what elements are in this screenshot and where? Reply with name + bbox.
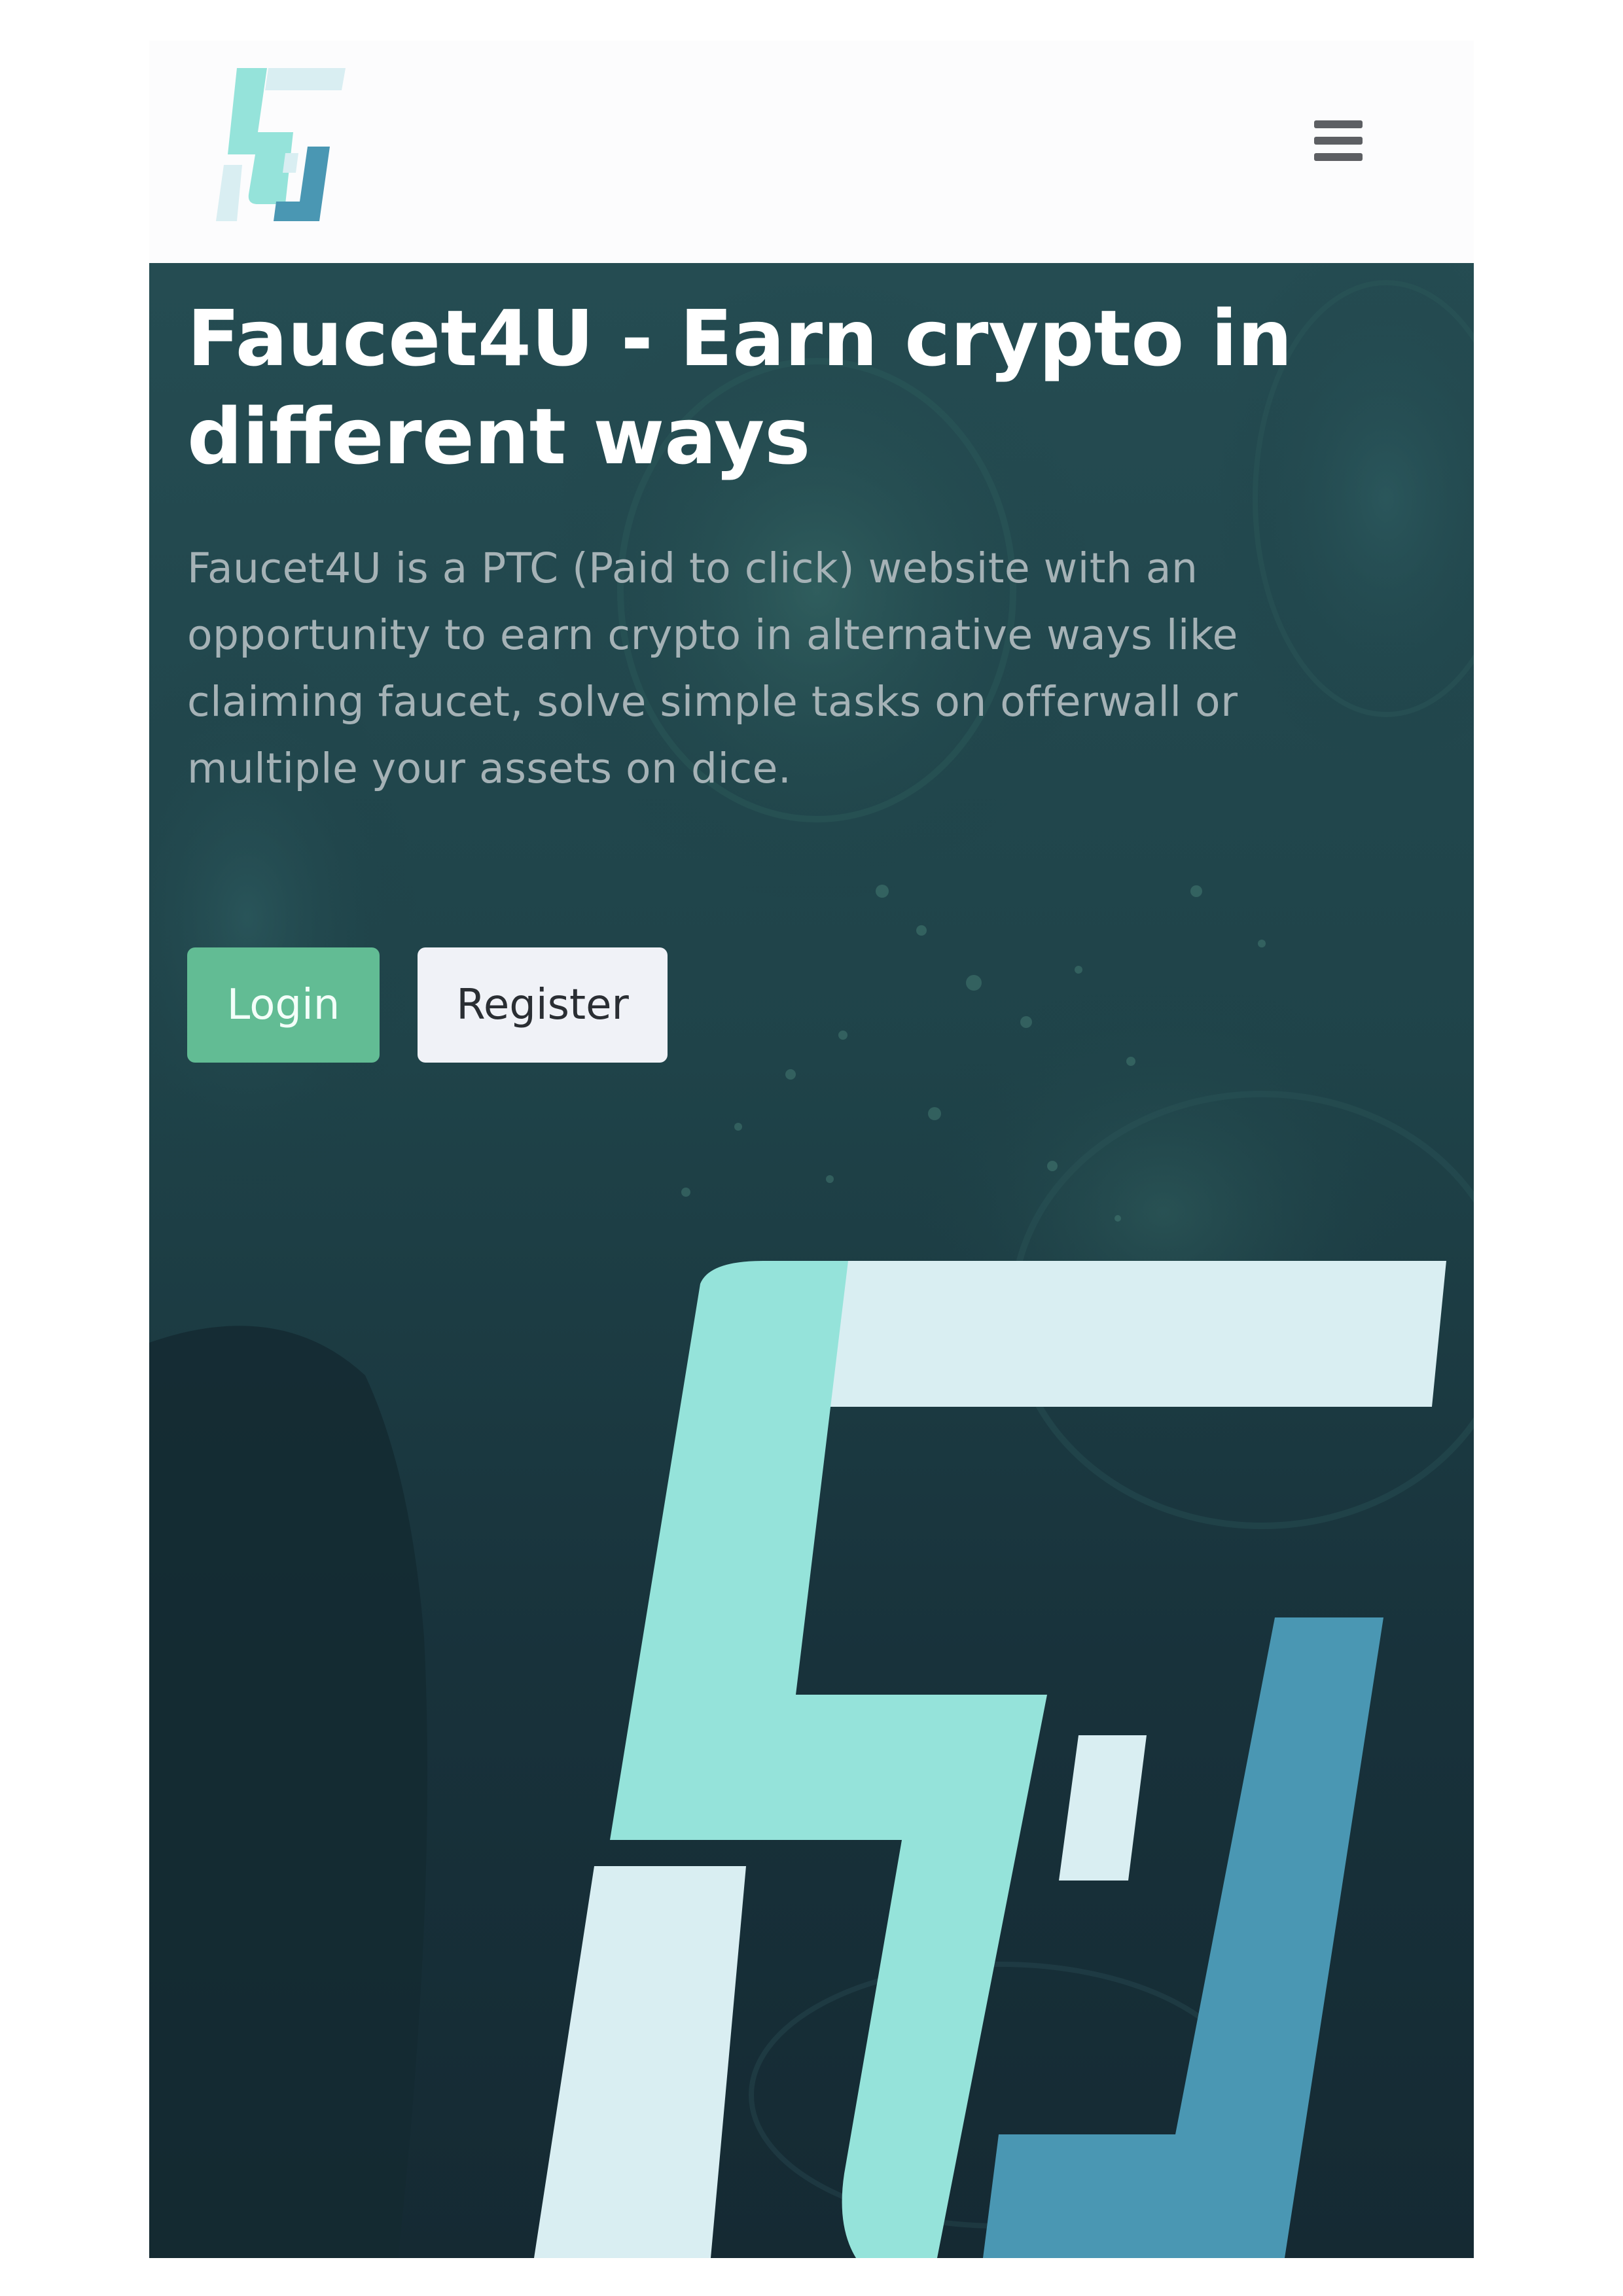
hero-title: Faucet4U - Earn crypto in different ways <box>187 293 1293 482</box>
hero-description: Faucet4U is a PTC (Paid to click) websit… <box>187 544 1238 792</box>
hero-section: Faucet4U - Earn crypto in different ways… <box>149 263 1474 2258</box>
website-viewport: Faucet4U - Earn crypto in different ways… <box>149 41 1474 2258</box>
faucet4u-logo-icon[interactable] <box>208 67 352 224</box>
menu-line <box>1314 137 1363 145</box>
login-button[interactable]: Login <box>187 947 380 1063</box>
hamburger-menu-icon[interactable] <box>1314 119 1363 162</box>
register-button[interactable]: Register <box>418 947 668 1063</box>
page: Faucet4U - Earn crypto in different ways… <box>0 0 1623 2296</box>
menu-line <box>1314 153 1363 161</box>
navbar <box>149 41 1474 263</box>
menu-line <box>1314 120 1363 128</box>
hero-content: Faucet4U - Earn crypto in different ways… <box>187 289 1431 1063</box>
